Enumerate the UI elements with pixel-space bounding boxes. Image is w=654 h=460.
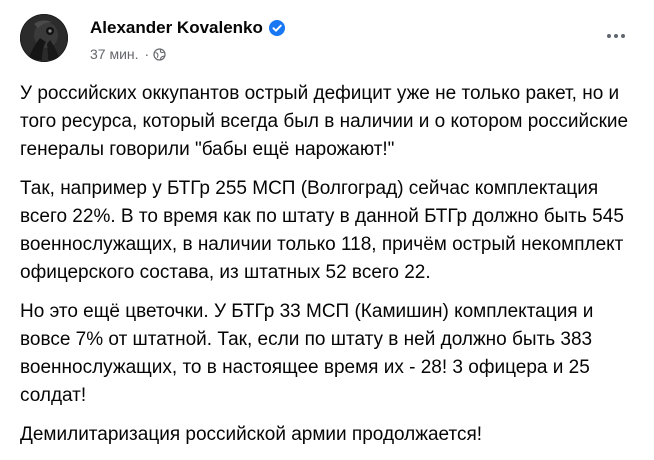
more-options-icon-dot (614, 34, 618, 38)
meta-separator: · (144, 46, 150, 62)
author-name[interactable]: Alexander Kovalenko (90, 18, 285, 38)
globe-icon[interactable] (153, 48, 166, 61)
post-paragraph: У российских оккупантов острый дефицит у… (20, 83, 629, 160)
verified-badge-icon[interactable] (268, 20, 285, 36)
post-paragraph: Но это ещё цветочки. У БТГр 33 МСП (Ками… (20, 301, 594, 406)
post-meta: 37 мин. · (90, 46, 166, 62)
more-options-icon-dot (621, 34, 625, 38)
author-avatar[interactable] (20, 14, 68, 62)
more-options-icon (607, 34, 611, 38)
avatar-image (20, 14, 68, 62)
more-options-button[interactable] (598, 18, 634, 54)
author-name-text[interactable]: Alexander Kovalenko (90, 18, 263, 37)
facebook-post: Alexander Kovalenko 37 мин. · У российски… (0, 0, 654, 445)
post-paragraph: Так, например у БТГр 255 МСП (Волгоград)… (20, 178, 624, 283)
post-paragraph: Демилитаризация российской армии продолж… (20, 424, 483, 445)
post-header: Alexander Kovalenko 37 мин. · (20, 12, 634, 72)
post-body: У российских оккупантов острый дефицит у… (20, 80, 632, 460)
post-timestamp[interactable]: 37 мин. (90, 46, 139, 62)
